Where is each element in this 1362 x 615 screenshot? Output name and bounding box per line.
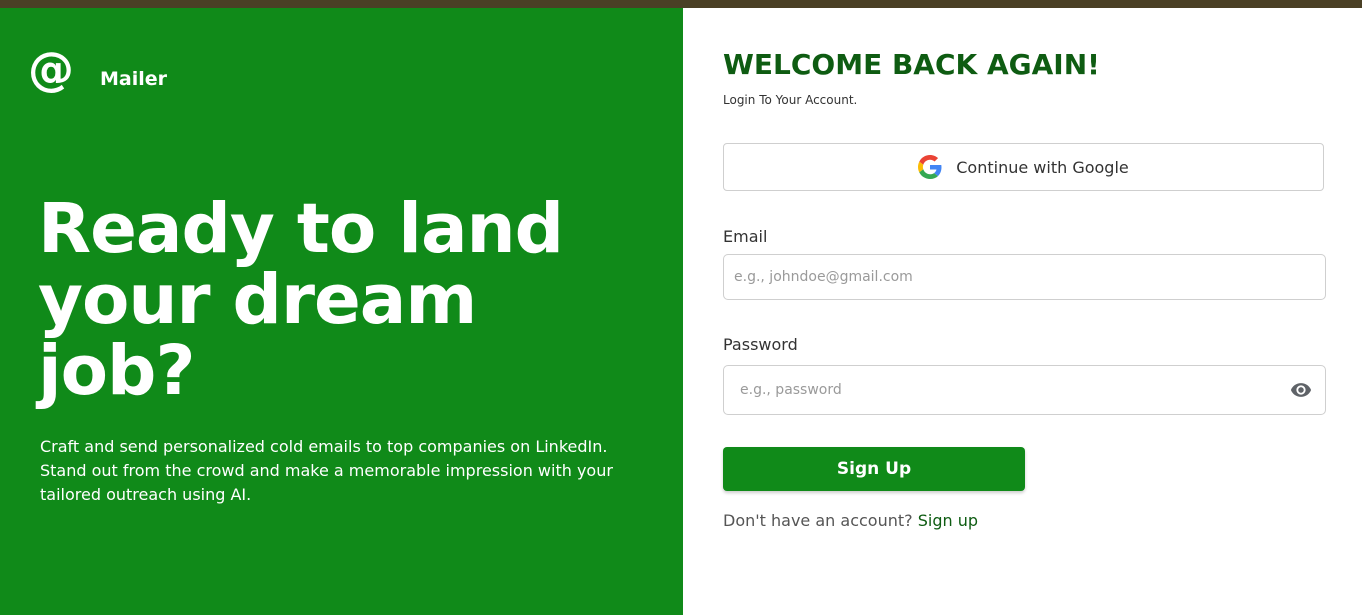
eye-icon[interactable]	[1290, 379, 1312, 401]
password-field[interactable]	[723, 365, 1326, 415]
google-button-label: Continue with Google	[956, 157, 1129, 177]
email-field[interactable]	[723, 254, 1326, 300]
email-label: Email	[723, 227, 768, 246]
password-label: Password	[723, 335, 798, 354]
at-sign-icon: @	[28, 42, 74, 96]
login-title: WELCOME BACK AGAIN!	[723, 48, 1100, 81]
signup-prompt-text: Don't have an account?	[723, 511, 913, 530]
submit-button[interactable]: Sign Up	[723, 447, 1025, 491]
headline-line: Ready to land	[38, 189, 564, 269]
signup-link[interactable]: Sign up	[918, 511, 978, 530]
headline-line: job?	[38, 331, 195, 411]
top-bar	[0, 0, 1362, 8]
hero-description: Craft and send personalized cold emails …	[40, 437, 613, 504]
hero-panel: @ Mailer Ready to land your dream job? C…	[0, 8, 683, 615]
login-subtitle: Login To Your Account.	[723, 93, 858, 107]
google-signin-button[interactable]: Continue with Google	[723, 143, 1324, 191]
hero-headline: Ready to land your dream job?	[38, 194, 638, 407]
login-panel: WELCOME BACK AGAIN! Login To Your Accoun…	[683, 8, 1362, 615]
signup-prompt: Don't have an account? Sign up	[723, 511, 978, 530]
google-icon	[918, 155, 942, 179]
headline-line: your dream	[38, 260, 477, 340]
brand-name: Mailer	[100, 68, 168, 90]
